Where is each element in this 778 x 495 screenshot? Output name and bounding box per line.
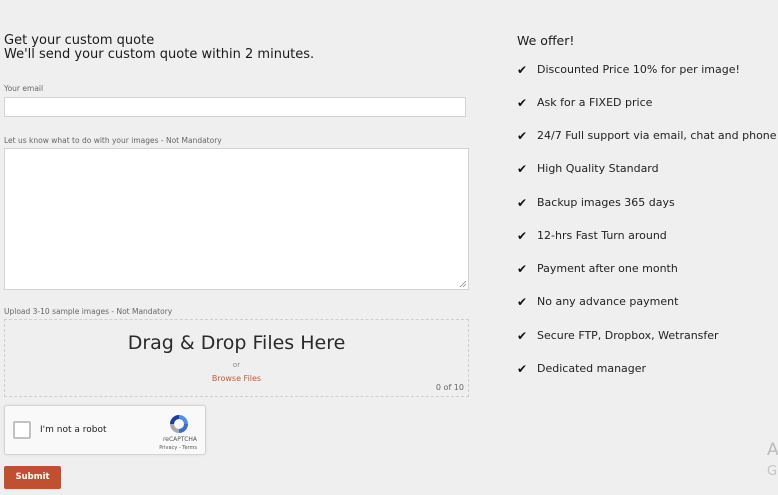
corner-letter-g: G: [767, 464, 778, 479]
offer-text: Secure FTP, Dropbox, Wetransfer: [537, 329, 719, 342]
offer-item: ✔ Ask for a FIXED price: [517, 92, 653, 110]
checkmark-icon: ✔: [517, 95, 528, 110]
file-dropzone[interactable]: Drag & Drop Files Here or Browse Files 0…: [4, 319, 469, 397]
recaptcha-privacy-terms[interactable]: Privacy - Terms: [159, 445, 197, 451]
checkmark-icon: ✔: [517, 261, 528, 276]
dropzone-title: Drag & Drop Files Here: [127, 332, 346, 354]
checkmark-icon: ✔: [517, 294, 528, 309]
recaptcha-label: I'm not a robot: [40, 425, 107, 435]
message-textarea[interactable]: [4, 148, 469, 290]
checkmark-icon: ✔: [517, 62, 528, 77]
email-label: Your email: [4, 84, 44, 93]
checkmark-icon: ✔: [517, 161, 528, 176]
dropzone-or: or: [232, 361, 241, 369]
offer-item: ✔ Discounted Price 10% for per image!: [517, 59, 740, 77]
offer-item: ✔ Backup images 365 days: [517, 192, 675, 210]
file-count: 0 of 10: [435, 383, 464, 392]
corner-letter-a: A: [767, 440, 778, 460]
offer-text: Backup images 365 days: [537, 196, 675, 209]
checkmark-icon: ✔: [517, 361, 528, 376]
offer-text: Payment after one month: [537, 262, 678, 275]
message-label: Let us know what to do with your images …: [4, 136, 222, 145]
checkmark-icon: ✔: [517, 228, 528, 243]
browse-files-link[interactable]: Browse Files: [5, 374, 468, 383]
form-heading: Get your custom quote: [4, 33, 155, 48]
offer-text: High Quality Standard: [537, 162, 659, 175]
form-subheading: We'll send your custom quote within 2 mi…: [4, 47, 315, 62]
offer-item: ✔ Payment after one month: [517, 258, 678, 276]
offer-item: ✔ Secure FTP, Dropbox, Wetransfer: [517, 325, 719, 343]
checkmark-icon: ✔: [517, 195, 528, 210]
offer-item: ✔ 12-hrs Fast Turn around: [517, 225, 667, 243]
offer-item: ✔ No any advance payment: [517, 291, 679, 309]
offers-title: We offer!: [517, 33, 575, 48]
checkmark-icon: ✔: [517, 328, 528, 343]
recaptcha-logo-icon: [170, 415, 188, 433]
offer-text: Ask for a FIXED price: [537, 96, 653, 109]
recaptcha-checkbox[interactable]: [13, 421, 31, 439]
offer-text: 24/7 Full support via email, chat and ph…: [537, 129, 777, 142]
offer-text: 12-hrs Fast Turn around: [537, 229, 667, 242]
offer-item: ✔ High Quality Standard: [517, 158, 659, 176]
recaptcha-brand: reCAPTCHA: [162, 436, 197, 443]
resize-handle-icon[interactable]: [459, 280, 467, 288]
offer-item: ✔ 24/7 Full support via email, chat and p…: [517, 125, 777, 143]
email-field[interactable]: [4, 97, 466, 117]
offer-text: No any advance payment: [537, 295, 679, 308]
submit-button[interactable]: Submit: [4, 466, 61, 489]
upload-label: Upload 3-10 sample images - Not Mandator…: [4, 307, 173, 316]
recaptcha-widget: I'm not a robot reCAPTCHA Privacy - Term…: [4, 405, 206, 455]
offer-text: Dedicated manager: [537, 362, 647, 375]
offer-item: ✔ Dedicated manager: [517, 358, 647, 376]
checkmark-icon: ✔: [517, 128, 528, 143]
offer-text: Discounted Price 10% for per image!: [537, 63, 740, 76]
